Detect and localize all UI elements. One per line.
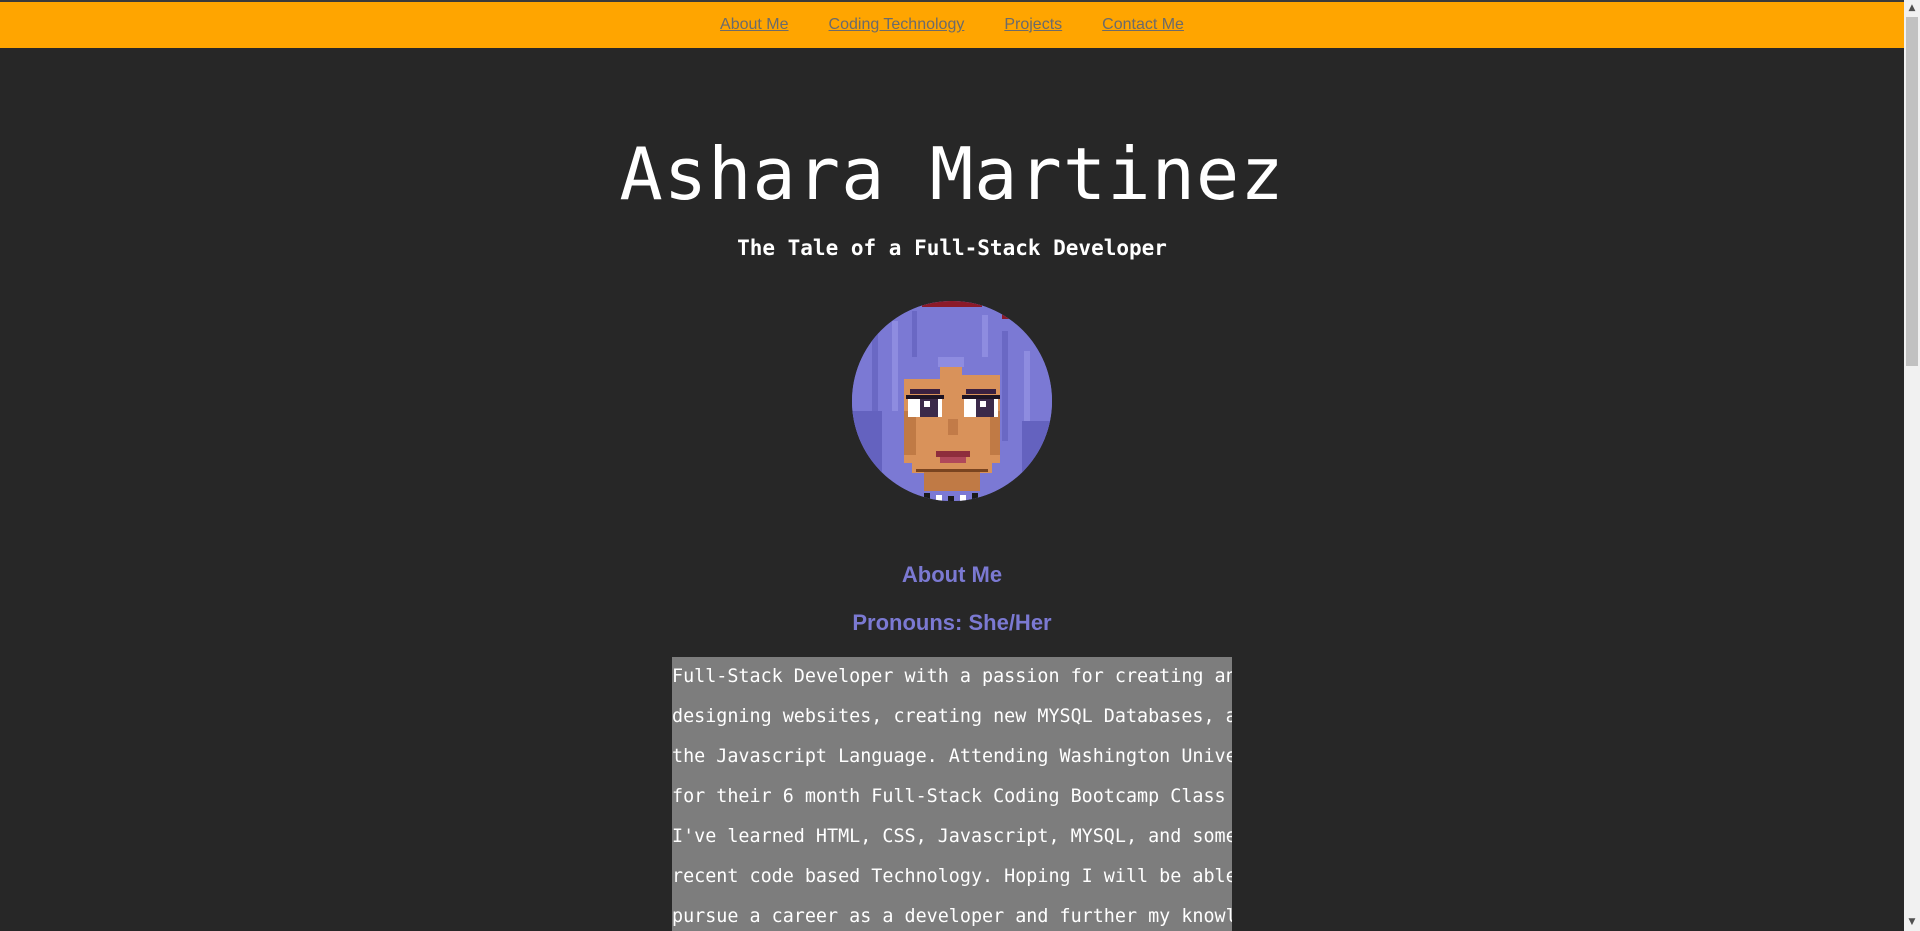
- nav-link-about-me[interactable]: About Me: [720, 16, 788, 34]
- bio-line: the Javascript Language. Attending Washi…: [672, 746, 1232, 767]
- about-me-heading: About Me: [901, 562, 1003, 587]
- nav-link-contact-me[interactable]: Contact Me: [1102, 16, 1184, 34]
- bio-line: for their 6 month Full-Stack Coding Boot…: [672, 786, 1232, 807]
- nav-link-coding-technology[interactable]: Coding Technology: [829, 16, 965, 34]
- bio-text-box: Full-Stack Developer with a passion for …: [672, 657, 1232, 931]
- bio-line: pursue a career as a developer and furth…: [672, 906, 1232, 927]
- scroll-down-arrow-icon[interactable]: ▼: [1904, 914, 1920, 931]
- scrollbar-thumb[interactable]: [1906, 17, 1918, 366]
- top-navigation-bar: About Me Coding Technology Projects Cont…: [0, 0, 1904, 48]
- nav-link-projects[interactable]: Projects: [1004, 16, 1062, 34]
- page: About Me Coding Technology Projects Cont…: [0, 0, 1904, 931]
- vertical-scrollbar[interactable]: ▲ ▼: [1904, 0, 1920, 931]
- bio-line: designing websites, creating new MYSQL D…: [672, 706, 1232, 727]
- scroll-up-arrow-icon[interactable]: ▲: [1904, 0, 1920, 17]
- bio-line: recent code based Technology. Hoping I w…: [672, 866, 1232, 887]
- pixel-portrait-image: [852, 301, 1052, 501]
- pronouns-heading: Pronouns: She/Her: [852, 610, 1052, 635]
- bio-line: Full-Stack Developer with a passion for …: [672, 666, 1232, 687]
- avatar: [852, 301, 1052, 501]
- page-subtitle: The Tale of a Full-Stack Developer: [737, 236, 1167, 260]
- page-title: Ashara Martinez: [619, 132, 1285, 216]
- bio-line: I've learned HTML, CSS, Javascript, MYSQ…: [672, 826, 1232, 847]
